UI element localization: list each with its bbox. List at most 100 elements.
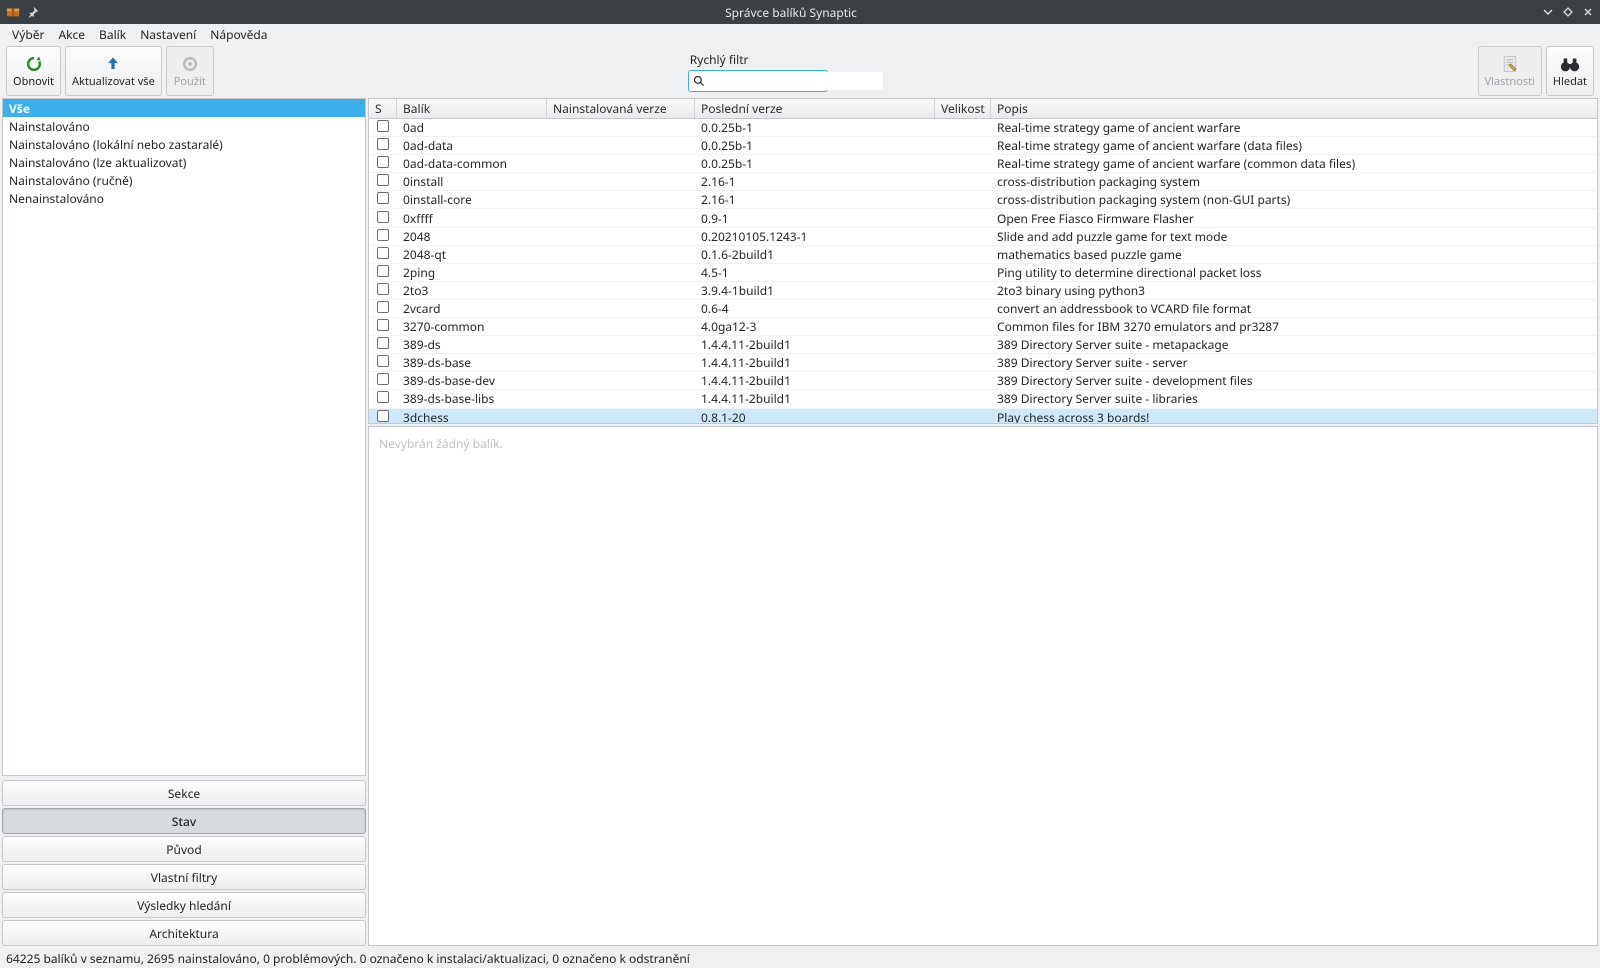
description: 389 Directory Server suite - libraries bbox=[991, 390, 1597, 407]
view-button[interactable]: Vlastní filtry bbox=[2, 864, 366, 890]
pin-icon[interactable] bbox=[26, 5, 40, 19]
table-body[interactable]: 0ad0.0.25b-1Real-time strategy game of a… bbox=[369, 119, 1597, 424]
table-row[interactable]: 0ad-data0.0.25b-1Real-time strategy game… bbox=[369, 137, 1597, 155]
view-button[interactable]: Sekce bbox=[2, 780, 366, 806]
maximize-icon[interactable] bbox=[1562, 6, 1574, 18]
description: Real-time strategy game of ancient warfa… bbox=[991, 137, 1597, 154]
table-row[interactable]: 20480.20210105.1243-1Slide and add puzzl… bbox=[369, 228, 1597, 246]
package-checkbox[interactable] bbox=[377, 373, 389, 385]
menu-výběr[interactable]: Výběr bbox=[6, 24, 50, 45]
upgrade-all-button[interactable]: Aktualizovat vše bbox=[65, 46, 162, 96]
status-cell[interactable] bbox=[369, 336, 397, 353]
table-row[interactable]: 3dchess0.8.1-20Play chess across 3 board… bbox=[369, 409, 1597, 425]
status-cell[interactable] bbox=[369, 390, 397, 407]
table-row[interactable]: 0xffff0.9-1Open Free Fiasco Firmware Fla… bbox=[369, 209, 1597, 227]
description: Real-time strategy game of ancient warfa… bbox=[991, 155, 1597, 172]
package-table[interactable]: S Balík Nainstalovaná verze Poslední ver… bbox=[368, 98, 1598, 424]
col-package[interactable]: Balík bbox=[397, 99, 547, 118]
status-cell[interactable] bbox=[369, 191, 397, 208]
category-item[interactable]: Nenainstalováno bbox=[3, 189, 365, 207]
category-list[interactable]: VšeNainstalovánoNainstalováno (lokální n… bbox=[2, 98, 366, 776]
view-button[interactable]: Architektura bbox=[2, 920, 366, 946]
package-checkbox[interactable] bbox=[377, 319, 389, 331]
table-row[interactable]: 389-ds-base-libs1.4.4.11-2build1389 Dire… bbox=[369, 390, 1597, 408]
category-item[interactable]: Nainstalováno (ručně) bbox=[3, 171, 365, 189]
package-name: 2048 bbox=[397, 228, 547, 245]
package-checkbox[interactable] bbox=[377, 247, 389, 259]
package-checkbox[interactable] bbox=[377, 410, 389, 422]
status-cell[interactable] bbox=[369, 409, 397, 424]
table-row[interactable]: 0install-core2.16-1cross-distribution pa… bbox=[369, 191, 1597, 209]
package-checkbox[interactable] bbox=[377, 192, 389, 204]
description: cross-distribution packaging system bbox=[991, 173, 1597, 190]
package-checkbox[interactable] bbox=[377, 211, 389, 223]
status-cell[interactable] bbox=[369, 300, 397, 317]
table-row[interactable]: 3270-common4.0ga12-3Common files for IBM… bbox=[369, 318, 1597, 336]
view-button[interactable]: Původ bbox=[2, 836, 366, 862]
close-icon[interactable] bbox=[1582, 6, 1594, 18]
menu-akce[interactable]: Akce bbox=[52, 24, 91, 45]
status-cell[interactable] bbox=[369, 354, 397, 371]
search-button[interactable]: Hledat bbox=[1546, 46, 1594, 96]
col-installed-version[interactable]: Nainstalovaná verze bbox=[547, 99, 695, 118]
upgrade-icon bbox=[103, 53, 123, 75]
status-cell[interactable] bbox=[369, 155, 397, 172]
quick-filter-box[interactable] bbox=[688, 70, 828, 92]
status-cell[interactable] bbox=[369, 282, 397, 299]
package-name: 389-ds bbox=[397, 336, 547, 353]
table-row[interactable]: 0ad0.0.25b-1Real-time strategy game of a… bbox=[369, 119, 1597, 137]
latest-version: 2.16-1 bbox=[695, 191, 935, 208]
package-name: 2to3 bbox=[397, 282, 547, 299]
package-checkbox[interactable] bbox=[377, 391, 389, 403]
table-row[interactable]: 389-ds1.4.4.11-2build1389 Directory Serv… bbox=[369, 336, 1597, 354]
col-status[interactable]: S bbox=[369, 99, 397, 118]
package-checkbox[interactable] bbox=[377, 301, 389, 313]
reload-button[interactable]: Obnovit bbox=[6, 46, 61, 96]
status-cell[interactable] bbox=[369, 173, 397, 190]
table-row[interactable]: 389-ds-base1.4.4.11-2build1389 Directory… bbox=[369, 354, 1597, 372]
quick-filter-input[interactable] bbox=[705, 72, 883, 90]
package-checkbox[interactable] bbox=[377, 229, 389, 241]
package-checkbox[interactable] bbox=[377, 174, 389, 186]
category-item[interactable]: Nainstalováno (lze aktualizovat) bbox=[3, 153, 365, 171]
package-checkbox[interactable] bbox=[377, 355, 389, 367]
package-checkbox[interactable] bbox=[377, 138, 389, 150]
col-size[interactable]: Velikost bbox=[935, 99, 991, 118]
table-row[interactable]: 2ping4.5-1Ping utility to determine dire… bbox=[369, 264, 1597, 282]
package-checkbox[interactable] bbox=[377, 265, 389, 277]
status-cell[interactable] bbox=[369, 228, 397, 245]
status-cell[interactable] bbox=[369, 119, 397, 136]
table-row[interactable]: 2vcard0.6-4convert an addressbook to VCA… bbox=[369, 300, 1597, 318]
reload-label: Obnovit bbox=[13, 75, 54, 89]
table-row[interactable]: 389-ds-base-dev1.4.4.11-2build1389 Direc… bbox=[369, 372, 1597, 390]
status-cell[interactable] bbox=[369, 210, 397, 227]
package-checkbox[interactable] bbox=[377, 156, 389, 168]
status-cell[interactable] bbox=[369, 137, 397, 154]
status-cell[interactable] bbox=[369, 246, 397, 263]
package-checkbox[interactable] bbox=[377, 283, 389, 295]
table-row[interactable]: 2048-qt0.1.6-2build1mathematics based pu… bbox=[369, 246, 1597, 264]
status-cell[interactable] bbox=[369, 318, 397, 335]
package-checkbox[interactable] bbox=[377, 120, 389, 132]
menu-nápověda[interactable]: Nápověda bbox=[204, 24, 273, 45]
menu-nastavení[interactable]: Nastavení bbox=[134, 24, 202, 45]
category-item[interactable]: Vše bbox=[3, 99, 365, 117]
table-row[interactable]: 2to33.9.4-1build12to3 binary using pytho… bbox=[369, 282, 1597, 300]
category-item[interactable]: Nainstalováno bbox=[3, 117, 365, 135]
minimize-icon[interactable] bbox=[1542, 6, 1554, 18]
right-pane: S Balík Nainstalovaná verze Poslední ver… bbox=[368, 98, 1600, 948]
view-button[interactable]: Výsledky hledání bbox=[2, 892, 366, 918]
content-area: VšeNainstalovánoNainstalováno (lokální n… bbox=[0, 98, 1600, 948]
category-item[interactable]: Nainstalováno (lokální nebo zastaralé) bbox=[3, 135, 365, 153]
view-button[interactable]: Stav bbox=[2, 808, 366, 834]
status-cell[interactable] bbox=[369, 264, 397, 281]
status-cell[interactable] bbox=[369, 372, 397, 389]
menu-balík[interactable]: Balík bbox=[93, 24, 132, 45]
table-row[interactable]: 0install2.16-1cross-distribution packagi… bbox=[369, 173, 1597, 191]
table-row[interactable]: 0ad-data-common0.0.25b-1Real-time strate… bbox=[369, 155, 1597, 173]
col-description[interactable]: Popis bbox=[991, 99, 1597, 118]
quick-filter-label: Rychlý filtr bbox=[688, 51, 749, 68]
package-name: 0install bbox=[397, 173, 547, 190]
col-latest-version[interactable]: Poslední verze bbox=[695, 99, 935, 118]
package-checkbox[interactable] bbox=[377, 337, 389, 349]
